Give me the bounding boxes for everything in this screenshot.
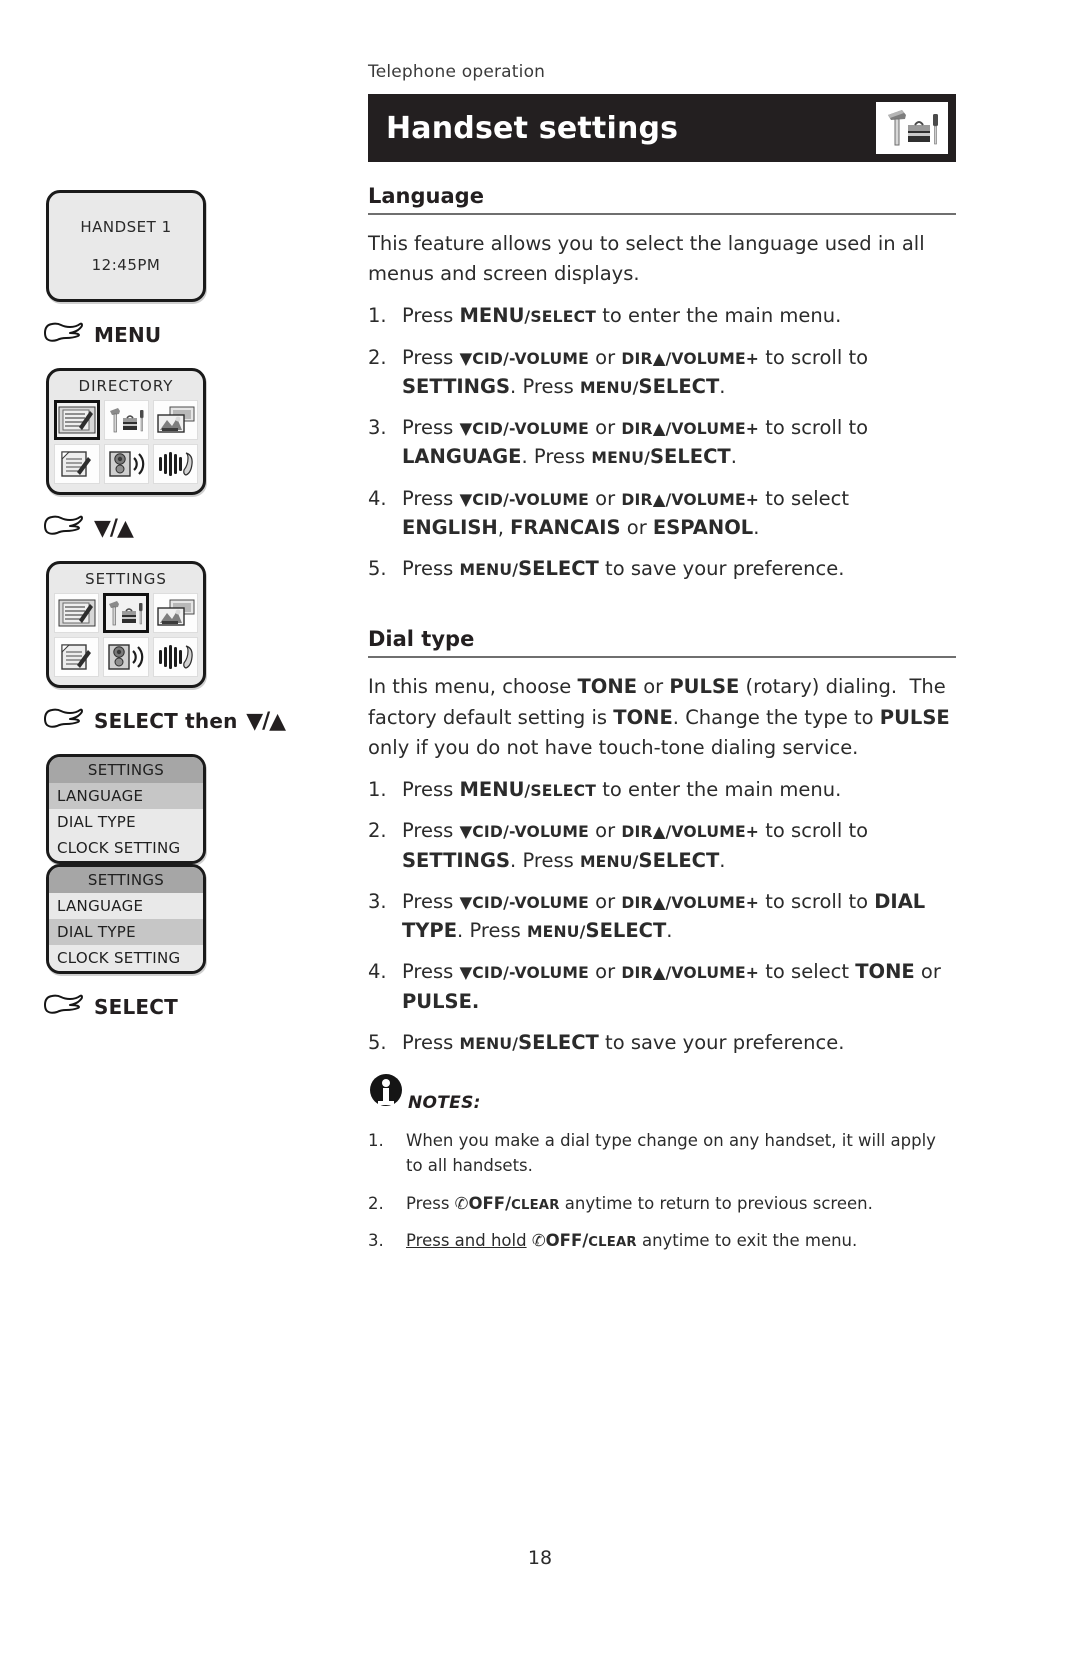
manual-page: HANDSET 1 12:45PM MENU DIRECTORY ▼/▲ SET… xyxy=(0,0,1080,1669)
tools-toolbox-icon[interactable] xyxy=(103,593,149,633)
info-circle-icon xyxy=(368,1071,404,1115)
step-number: 1. xyxy=(368,304,387,328)
photos-icon[interactable] xyxy=(153,593,198,633)
notes-label: NOTES: xyxy=(408,1093,481,1114)
tools-toolbox-icon[interactable] xyxy=(104,400,149,440)
page-number: 18 xyxy=(527,1547,553,1569)
tools-toolbox-icon xyxy=(876,102,948,154)
icon-grid xyxy=(54,400,198,484)
main-column: Telephone operation Handset settings Lan… xyxy=(368,62,956,1267)
dialtype-step: 5. Press MENU/SELECT to save your prefere… xyxy=(368,1028,956,1057)
hand-pointer-label: SELECT then ▼/▲ xyxy=(94,708,286,734)
dialtype-heading: Dial type xyxy=(368,627,956,659)
hand-pointer-scroll: ▼/▲ xyxy=(42,513,330,543)
directory-menu-screen: DIRECTORY xyxy=(46,368,206,495)
step-number: 2. xyxy=(368,819,387,843)
pointing-hand-icon xyxy=(44,322,83,342)
step-number: 3. xyxy=(368,416,387,440)
lcd-text-line: HANDSET 1 xyxy=(80,218,172,236)
pointing-hand-icon xyxy=(42,513,86,543)
running-header: Telephone operation xyxy=(368,62,546,82)
note-item: 1. When you make a dial type change on an… xyxy=(368,1131,936,1175)
step-number: 5. xyxy=(368,557,387,581)
illustration-rail: HANDSET 1 12:45PM MENU DIRECTORY ▼/▲ SET… xyxy=(40,190,330,1040)
settings-menu-screen: SETTINGS xyxy=(46,561,206,688)
icon-grid xyxy=(54,593,198,677)
pointing-hand-icon xyxy=(44,708,83,728)
scroll-arrows-label: ▼/▲ xyxy=(239,708,286,734)
hand-pointer-label: MENU xyxy=(94,323,161,347)
clipboard-icon[interactable] xyxy=(54,637,99,677)
hand-pointer-label: SELECT xyxy=(94,995,178,1019)
dialtype-step: 3. Press ▼CID/-VOLUME or DIR▲/VOLUME+ to … xyxy=(368,887,956,946)
step-number: 1. xyxy=(368,1131,384,1151)
lcd-list-item[interactable]: DIAL TYPE xyxy=(49,919,203,945)
pointing-hand-icon xyxy=(42,992,86,1022)
key-label: SELECT xyxy=(94,995,178,1019)
settings-list-dialtype-screen: SETTINGS LANGUAGE DIAL TYPE CLOCK SETTING xyxy=(46,864,206,974)
step-number: 5. xyxy=(368,1030,387,1054)
speaker-icon[interactable] xyxy=(104,444,149,484)
lcd-screen-title: SETTINGS xyxy=(85,570,167,588)
note-item: 3. Press and hold ✆OFF/CLEAR anytime to e… xyxy=(368,1229,956,1254)
page-title: Handset settings xyxy=(386,110,679,146)
directory-book-icon[interactable] xyxy=(54,593,99,633)
handset-status-screen: HANDSET 1 12:45PM xyxy=(46,190,206,302)
language-step: 4. Press ▼CID/-VOLUME or DIR▲/VOLUME+ to … xyxy=(368,484,956,543)
lcd-list-item[interactable]: CLOCK SETTING xyxy=(49,945,203,971)
language-step: 3. Press ▼CID/-VOLUME or DIR▲/VOLUME+ to … xyxy=(368,413,956,472)
language-step: 5. Press MENU/SELECT to save your prefere… xyxy=(368,554,956,583)
hand-pointer-select-then-scroll: SELECT then ▼/▲ xyxy=(42,706,330,736)
hand-pointer-menu: MENU xyxy=(42,320,330,350)
step-number: 4. xyxy=(368,960,387,984)
step-number: 2. xyxy=(368,1193,384,1213)
dialtype-step: 1. Press MENU/SELECT to enter the main me… xyxy=(368,775,956,804)
dialtype-steps: 1. Press MENU/SELECT to enter the main me… xyxy=(368,775,956,1057)
dialtype-step: 2. Press ▼CID/-VOLUME or DIR▲/VOLUME+ to … xyxy=(368,816,956,875)
lcd-list-header: SETTINGS xyxy=(49,867,203,893)
dialtype-step: 4. Press ▼CID/-VOLUME or DIR▲/VOLUME+ to … xyxy=(368,957,956,1016)
lcd-screen-title: DIRECTORY xyxy=(78,377,174,395)
pointing-hand-icon xyxy=(42,320,86,350)
dialtype-intro: In this menu, choose TONE or PULSE (rota… xyxy=(368,675,950,759)
step-number: 4. xyxy=(368,486,387,510)
lcd-list-item[interactable]: LANGUAGE xyxy=(49,783,203,809)
lcd-text-line: 12:45PM xyxy=(91,256,161,274)
step-number: 3. xyxy=(368,889,387,913)
notes-header: NOTES: xyxy=(368,1071,956,1115)
lcd-list-item[interactable]: DIAL TYPE xyxy=(49,809,203,835)
pointing-hand-icon xyxy=(44,515,83,535)
lcd-list-header: SETTINGS xyxy=(49,757,203,783)
hand-pointer-select: SELECT xyxy=(42,992,330,1022)
speaker-icon[interactable] xyxy=(103,637,149,677)
key-label: MENU xyxy=(94,323,162,347)
step-number: 3. xyxy=(368,1231,384,1251)
pointing-hand-icon xyxy=(42,706,86,736)
lcd-list-item[interactable]: LANGUAGE xyxy=(49,893,203,919)
note-item: 2. Press ✆OFF/CLEAR anytime to return to … xyxy=(368,1192,956,1217)
language-step: 1. Press MENU/SELECT to enter the main me… xyxy=(368,301,956,330)
step-number: 1. xyxy=(368,778,387,802)
step-number: 2. xyxy=(368,345,387,369)
notes-list: 1. When you make a dial type change on an… xyxy=(368,1129,956,1254)
language-intro: This feature allows you to select the la… xyxy=(368,232,925,286)
language-step: 2. Press ▼CID/-VOLUME or DIR▲/VOLUME+ to … xyxy=(368,343,956,402)
pointing-hand-icon xyxy=(44,994,83,1014)
ringer-handset-icon[interactable] xyxy=(153,444,198,484)
photos-icon[interactable] xyxy=(153,400,198,440)
settings-list-language-screen: SETTINGS LANGUAGE DIAL TYPE CLOCK SETTING xyxy=(46,754,206,864)
language-heading: Language xyxy=(368,184,956,215)
ringer-handset-icon[interactable] xyxy=(153,637,198,677)
language-steps: 1. Press MENU/SELECT to enter the main me… xyxy=(368,301,956,583)
scroll-arrows-label: ▼/▲ xyxy=(94,515,134,541)
key-label: SELECT then xyxy=(94,709,238,733)
section-banner: Handset settings xyxy=(368,94,956,162)
hand-pointer-label: ▼/▲ xyxy=(94,515,134,541)
directory-book-icon[interactable] xyxy=(54,400,100,440)
clipboard-icon[interactable] xyxy=(54,444,100,484)
lcd-list-item[interactable]: CLOCK SETTING xyxy=(49,835,203,861)
